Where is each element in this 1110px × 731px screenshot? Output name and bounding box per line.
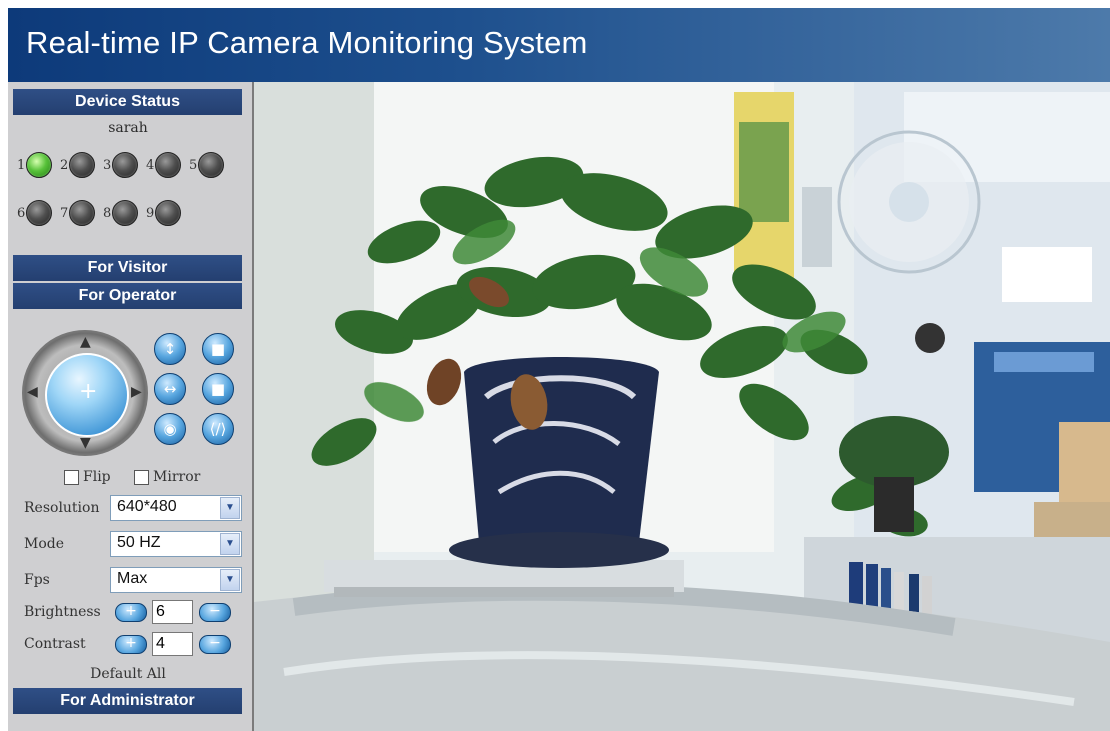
- ptz-down-icon[interactable]: ▼: [80, 435, 91, 451]
- fps-select[interactable]: Max ▼: [110, 567, 242, 593]
- device-8[interactable]: 8: [103, 200, 139, 226]
- brightness-minus-icon[interactable]: −: [199, 603, 231, 622]
- for-administrator-header[interactable]: For Administrator: [13, 688, 242, 714]
- horizontal-patrol-icon[interactable]: ↔: [154, 373, 186, 405]
- brightness-value[interactable]: 6: [152, 600, 193, 624]
- device-led-icon: [69, 200, 96, 226]
- device-status-header: Device Status: [13, 89, 242, 115]
- resolution-label: Resolution: [24, 500, 100, 516]
- contrast-value[interactable]: 4: [152, 632, 193, 656]
- device-led-icon: [26, 152, 53, 178]
- brightness-label: Brightness: [24, 604, 101, 620]
- device-led-icon: [155, 152, 182, 178]
- device-3[interactable]: 3: [103, 152, 139, 178]
- device-9[interactable]: 9: [146, 200, 182, 226]
- device-led-icon: [69, 152, 96, 178]
- ptz-left-icon[interactable]: ◀: [27, 384, 38, 400]
- device-led-icon: [26, 200, 53, 226]
- mode-label: Mode: [24, 536, 65, 552]
- mirror-checkbox[interactable]: Mirror: [134, 469, 200, 485]
- title-bar: Real-time IP Camera Monitoring System: [8, 8, 1110, 82]
- device-user: sarah: [108, 120, 148, 136]
- chevron-down-icon[interactable]: ▼: [220, 569, 240, 591]
- app-title: Real-time IP Camera Monitoring System: [26, 25, 588, 60]
- ptz-right-icon[interactable]: ▶: [131, 384, 142, 400]
- sidebar: Device Status sarah 1 2 3 4 5 6 7 8 9 Fo…: [8, 82, 254, 731]
- default-all-link[interactable]: Default All: [8, 666, 248, 682]
- flip-checkbox[interactable]: Flip: [64, 469, 111, 485]
- brightness-plus-icon[interactable]: +: [115, 603, 147, 622]
- for-operator-header[interactable]: For Operator: [13, 283, 242, 309]
- mode-select[interactable]: 50 HZ ▼: [110, 531, 242, 557]
- ptz-joystick-icon[interactable]: ▲ ▼ ◀ ▶: [22, 330, 148, 456]
- contrast-plus-icon[interactable]: +: [115, 635, 147, 654]
- device-4[interactable]: 4: [146, 152, 182, 178]
- io-off-icon[interactable]: ⟨/⟩: [202, 413, 234, 445]
- device-1[interactable]: 1: [17, 152, 53, 178]
- stop-icon[interactable]: ■: [202, 373, 234, 405]
- device-7[interactable]: 7: [60, 200, 96, 226]
- ptz-center-icon[interactable]: [45, 353, 129, 437]
- chevron-down-icon[interactable]: ▼: [220, 497, 240, 519]
- device-6[interactable]: 6: [17, 200, 53, 226]
- vertical-patrol-icon[interactable]: ↕: [154, 333, 186, 365]
- camera-scene: [254, 82, 1110, 731]
- device-2[interactable]: 2: [60, 152, 96, 178]
- ptz-up-icon[interactable]: ▲: [80, 334, 91, 350]
- contrast-label: Contrast: [24, 636, 86, 652]
- for-visitor-header[interactable]: For Visitor: [13, 255, 242, 281]
- io-on-icon[interactable]: ◉: [154, 413, 186, 445]
- device-led-icon: [198, 152, 225, 178]
- device-led-icon: [112, 200, 139, 226]
- checkbox-icon[interactable]: [64, 469, 79, 485]
- device-led-icon: [155, 200, 182, 226]
- chevron-down-icon[interactable]: ▼: [220, 533, 240, 555]
- stop-icon[interactable]: ■: [202, 333, 234, 365]
- device-5[interactable]: 5: [189, 152, 225, 178]
- contrast-minus-icon[interactable]: −: [199, 635, 231, 654]
- device-led-icon: [112, 152, 139, 178]
- fps-label: Fps: [24, 572, 50, 588]
- checkbox-icon[interactable]: [134, 469, 149, 485]
- resolution-select[interactable]: 640*480 ▼: [110, 495, 242, 521]
- camera-video-feed[interactable]: [254, 82, 1110, 731]
